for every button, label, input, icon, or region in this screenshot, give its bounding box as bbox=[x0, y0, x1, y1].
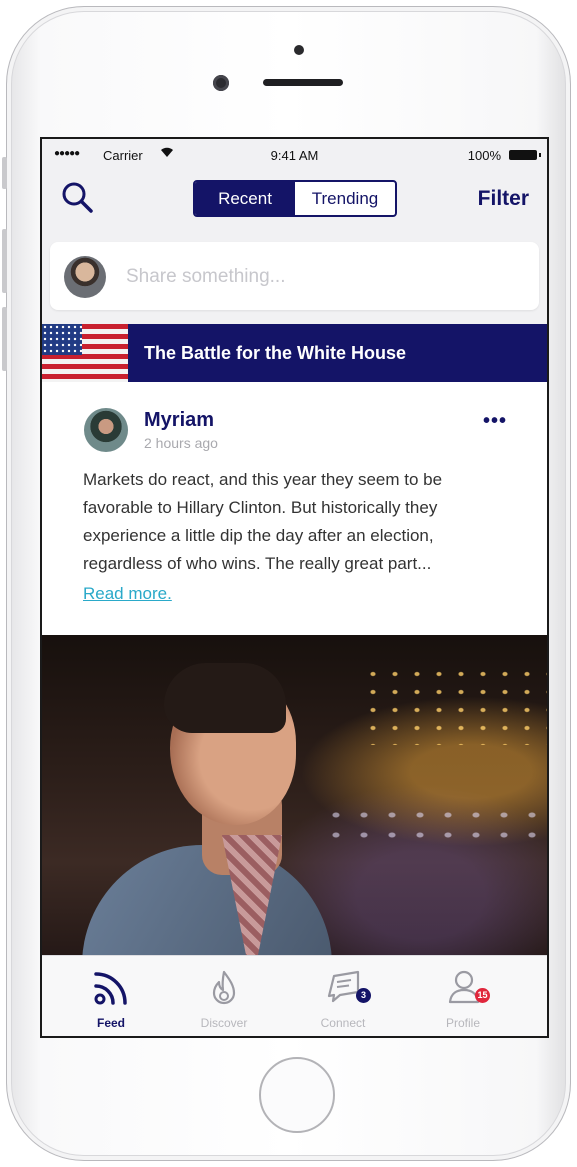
author-avatar[interactable] bbox=[84, 408, 128, 452]
tab-feed[interactable]: Feed bbox=[56, 956, 166, 1036]
tab-label-profile: Profile bbox=[445, 1016, 480, 1030]
photo-subject-hair bbox=[164, 663, 286, 733]
background-lights bbox=[362, 665, 547, 745]
battery-percent: 100% bbox=[467, 148, 501, 163]
background-lights-lower bbox=[322, 805, 542, 845]
post-body: Markets do react, and this year they see… bbox=[83, 470, 443, 573]
tab-discover[interactable]: Discover bbox=[169, 956, 279, 1036]
profile-badge: 15 bbox=[475, 988, 490, 1003]
topic-title: The Battle for the White House bbox=[144, 343, 407, 363]
tab-profile[interactable]: 15 Profile bbox=[408, 956, 518, 1036]
front-sensor bbox=[294, 45, 304, 55]
post-photo[interactable] bbox=[42, 635, 547, 960]
front-camera bbox=[213, 75, 229, 91]
feed-segmented-control: Recent Trending bbox=[193, 180, 397, 217]
tab-bar: Feed Discover 3 Connect 15 Profile bbox=[42, 955, 547, 1036]
user-avatar bbox=[64, 256, 106, 298]
connect-badge: 3 bbox=[356, 988, 371, 1003]
mute-switch bbox=[2, 157, 7, 189]
share-composer[interactable]: Share something... bbox=[50, 242, 539, 310]
author-name[interactable]: Myriam bbox=[144, 409, 214, 432]
status-bar: ●●●●● Carrier 9:41 AM 100% bbox=[42, 139, 547, 173]
volume-up-button bbox=[2, 229, 7, 293]
tab-label-feed: Feed bbox=[96, 1016, 125, 1030]
flame-icon bbox=[212, 970, 236, 1005]
home-button[interactable] bbox=[259, 1057, 335, 1133]
more-options-icon[interactable]: ••• bbox=[483, 410, 507, 433]
read-more-link[interactable]: Read more. bbox=[83, 584, 172, 604]
post-card: Myriam 2 hours ago ••• Markets do react,… bbox=[42, 382, 547, 635]
tab-label-discover: Discover bbox=[200, 1016, 248, 1030]
tab-label-connect: Connect bbox=[320, 1016, 366, 1030]
nav-bar: Recent Trending Filter bbox=[42, 173, 547, 227]
us-flag-image bbox=[42, 324, 128, 382]
tab-recent[interactable]: Recent bbox=[195, 182, 295, 215]
earpiece-speaker bbox=[263, 79, 343, 86]
topic-banner[interactable]: The Battle for the White House bbox=[42, 324, 547, 382]
app-screen: ●●●●● Carrier 9:41 AM 100% Recent Trendi… bbox=[40, 137, 549, 1038]
volume-down-button bbox=[2, 307, 7, 371]
filter-button[interactable]: Filter bbox=[478, 187, 529, 211]
feed-icon bbox=[94, 972, 127, 1005]
share-input-placeholder[interactable]: Share something... bbox=[126, 266, 285, 288]
tab-trending[interactable]: Trending bbox=[295, 182, 395, 215]
post-timestamp: 2 hours ago bbox=[144, 435, 218, 451]
search-icon[interactable] bbox=[58, 178, 98, 218]
tab-connect[interactable]: 3 Connect bbox=[288, 956, 398, 1036]
battery-icon bbox=[509, 150, 541, 160]
